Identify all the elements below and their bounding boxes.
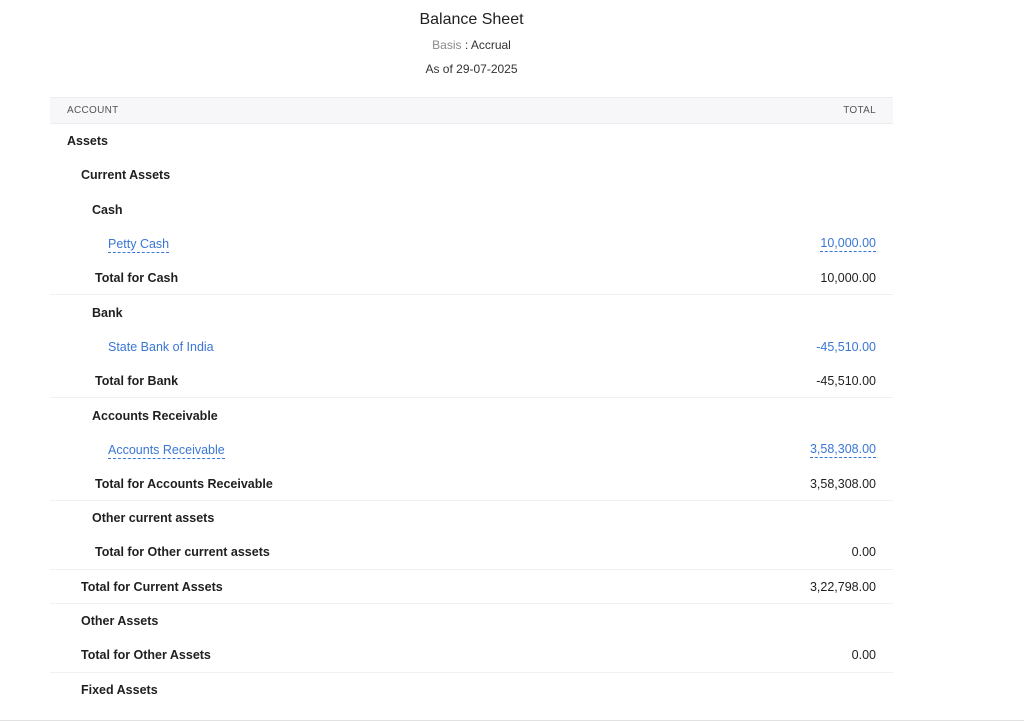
row-other-current-assets: Other current assets [50,501,893,535]
account-name: Accounts Receivable [92,408,218,423]
total-amount: 3,22,798.00 [809,579,876,594]
account-name: Current Assets [81,168,171,183]
total-label: Total for Accounts Receivable [95,476,273,491]
total-label: Total for Bank [95,373,179,388]
account-name: Other Assets [81,614,159,629]
total-amount: 10,000.00 [820,270,876,285]
total-label: Total for Current Assets [81,579,223,594]
account-name: Fixed Assets [81,682,158,697]
row-total-other-current-assets: Total for Other current assets 0.00 [50,536,893,570]
row-accounts-receivable-group: Accounts Receivable [50,398,893,432]
row-assets: Assets [50,124,893,158]
account-link-accounts-receivable[interactable]: Accounts Receivable [50,442,225,459]
total-amount: -45,510.00 [816,373,876,388]
account-name: Assets [67,134,108,149]
total-amount: 3,58,308.00 [809,476,876,491]
row-total-other-assets: Total for Other Assets 0.00 [50,638,893,673]
amount-link-state-bank-of-india[interactable]: -45,510.00 [816,340,876,354]
account-link-label[interactable]: Accounts Receivable [108,442,225,459]
account-name: Other current assets [92,511,215,526]
account-name: Bank [92,305,123,320]
total-amount: 0.00 [851,648,876,663]
account-link-petty-cash[interactable]: Petty Cash [50,237,170,254]
bottom-divider [0,720,1024,721]
amount-link-accounts-receivable[interactable]: 3,58,308.00 [809,442,876,458]
report-date: As of 29-07-2025 [425,62,518,76]
account-link-state-bank-of-india[interactable]: State Bank of India [50,340,214,354]
report-title: Balance Sheet [419,11,524,28]
row-cash: Cash [50,193,893,227]
balance-sheet-page: Balance Sheet Basis : Accrual As of 29-0… [0,0,1024,723]
total-label: Total for Other current assets [95,545,270,560]
row-petty-cash: Petty Cash 10,000.00 [50,227,893,261]
basis-separator: : [461,38,471,52]
account-link-label[interactable]: Petty Cash [108,237,170,254]
column-header-total: TOTAL [843,105,876,116]
column-header-account: ACCOUNT [67,105,119,116]
row-state-bank-of-india: State Bank of India -45,510.00 [50,330,893,364]
account-name: Cash [92,202,123,217]
row-bank: Bank [50,295,893,329]
report-basis: Basis : Accrual [50,38,893,52]
row-total-current-assets: Total for Current Assets 3,22,798.00 [50,570,893,605]
basis-label: Basis [432,38,462,52]
amount-link-petty-cash[interactable]: 10,000.00 [820,236,876,253]
row-other-assets: Other Assets [50,604,893,638]
row-accounts-receivable: Accounts Receivable 3,58,308.00 [50,433,893,467]
row-fixed-assets: Fixed Assets [50,673,893,707]
row-total-cash: Total for Cash 10,000.00 [50,261,893,296]
balance-sheet-table: ACCOUNT TOTAL Assets Current Assets Cash… [50,97,893,707]
total-label: Total for Other Assets [81,648,211,663]
total-amount: 0.00 [851,545,876,560]
table-header: ACCOUNT TOTAL [50,97,893,124]
row-total-bank: Total for Bank -45,510.00 [50,364,893,399]
row-total-accounts-receivable: Total for Accounts Receivable 3,58,308.0… [50,467,893,502]
row-current-assets: Current Assets [50,158,893,192]
basis-value: Accrual [470,38,511,52]
total-label: Total for Cash [95,270,179,285]
